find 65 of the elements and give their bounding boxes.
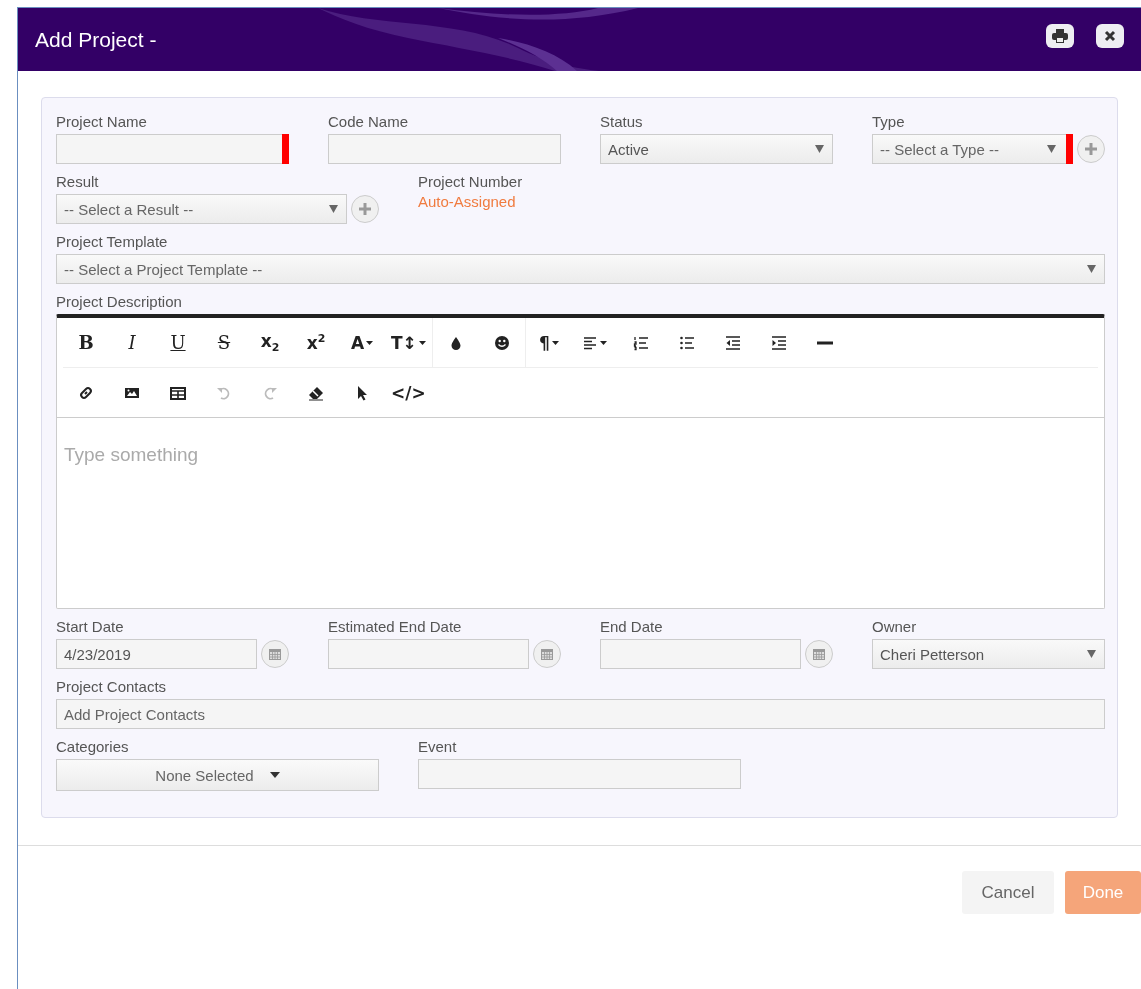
toolbar-button[interactable]: ¶ [525, 323, 572, 362]
toolbar-button[interactable]: B [63, 323, 109, 362]
date-field[interactable] [328, 639, 529, 669]
numbered-list-icon[interactable] [632, 334, 649, 351]
caret-icon [269, 772, 280, 778]
select-field[interactable]: -- Select a Type -- [872, 134, 1073, 164]
select-field[interactable]: -- Select a Result -- [56, 194, 347, 224]
dialog-title: Add Project - [35, 27, 158, 52]
calendar-button[interactable] [261, 640, 289, 668]
table-icon[interactable] [170, 384, 186, 401]
select-field[interactable]: -- Select a Project Template -- [56, 254, 1105, 284]
dropdown-arrow-icon [1087, 650, 1096, 658]
bullet-list-icon[interactable] [678, 334, 695, 351]
cancel-button[interactable]: Cancel [962, 871, 1054, 914]
field-label: Owner [872, 617, 918, 636]
field-label: Event [418, 737, 458, 756]
printer-icon[interactable] [1052, 28, 1068, 43]
select-field[interactable]: Active [600, 134, 833, 164]
input-field[interactable] [56, 134, 289, 164]
print-button[interactable] [1046, 23, 1074, 48]
toolbar-button[interactable]: I [109, 323, 155, 362]
toolbar-button[interactable]: </> [385, 373, 432, 412]
field-label: Status [600, 112, 644, 131]
auto-assigned-text: Auto-Assigned [418, 192, 516, 211]
dropdown-arrow-icon [815, 145, 824, 153]
toolbar-button[interactable]: U [155, 323, 201, 362]
indent-icon[interactable] [770, 334, 787, 351]
dropdown-arrow-icon [1087, 265, 1096, 273]
link-icon[interactable] [78, 384, 94, 401]
toolbar-button[interactable]: T↕ [385, 323, 432, 362]
field-label: Categories [56, 737, 130, 756]
close-button[interactable] [1096, 23, 1124, 48]
eraser-icon[interactable] [308, 384, 324, 401]
field-label: Project Description [56, 292, 183, 311]
toolbar-button[interactable]: x$^{2}$ [293, 323, 339, 362]
dropdown-arrow-icon [329, 205, 338, 213]
field-label: Project Template [56, 232, 169, 251]
field-label: Result [56, 172, 100, 191]
field-label: Code Name [328, 112, 410, 131]
add-button[interactable] [1077, 135, 1105, 163]
field-label: Start Date [56, 617, 125, 636]
field-label: Project Number [418, 172, 524, 191]
input-field[interactable] [328, 134, 561, 164]
field-label: Type [872, 112, 906, 131]
input-field[interactable]: Add Project Contacts [56, 699, 1105, 729]
date-field[interactable] [600, 639, 801, 669]
calendar-button[interactable] [805, 640, 833, 668]
field-label: Estimated End Date [328, 617, 463, 636]
date-field[interactable]: 4/23/2019 [56, 639, 257, 669]
toolbar-button[interactable]: S [201, 323, 247, 362]
field-label: Project Name [56, 112, 148, 131]
dropdown-arrow-icon [1047, 145, 1056, 153]
categories-dropdown[interactable]: None Selected [56, 759, 379, 791]
smiley-icon[interactable] [493, 334, 510, 351]
outdent-icon[interactable] [724, 334, 741, 351]
toolbar-button[interactable]: x$_{2}$ [247, 323, 293, 362]
toolbar-button[interactable]: A [339, 323, 385, 362]
calendar-button[interactable] [533, 640, 561, 668]
add-button[interactable] [351, 195, 379, 223]
select-field[interactable]: Cheri Petterson [872, 639, 1105, 669]
close-icon[interactable] [1104, 29, 1116, 42]
align-left-icon[interactable] [582, 334, 599, 351]
input-field[interactable] [418, 759, 741, 789]
field-label: Project Contacts [56, 677, 168, 696]
field-label: End Date [600, 617, 664, 636]
